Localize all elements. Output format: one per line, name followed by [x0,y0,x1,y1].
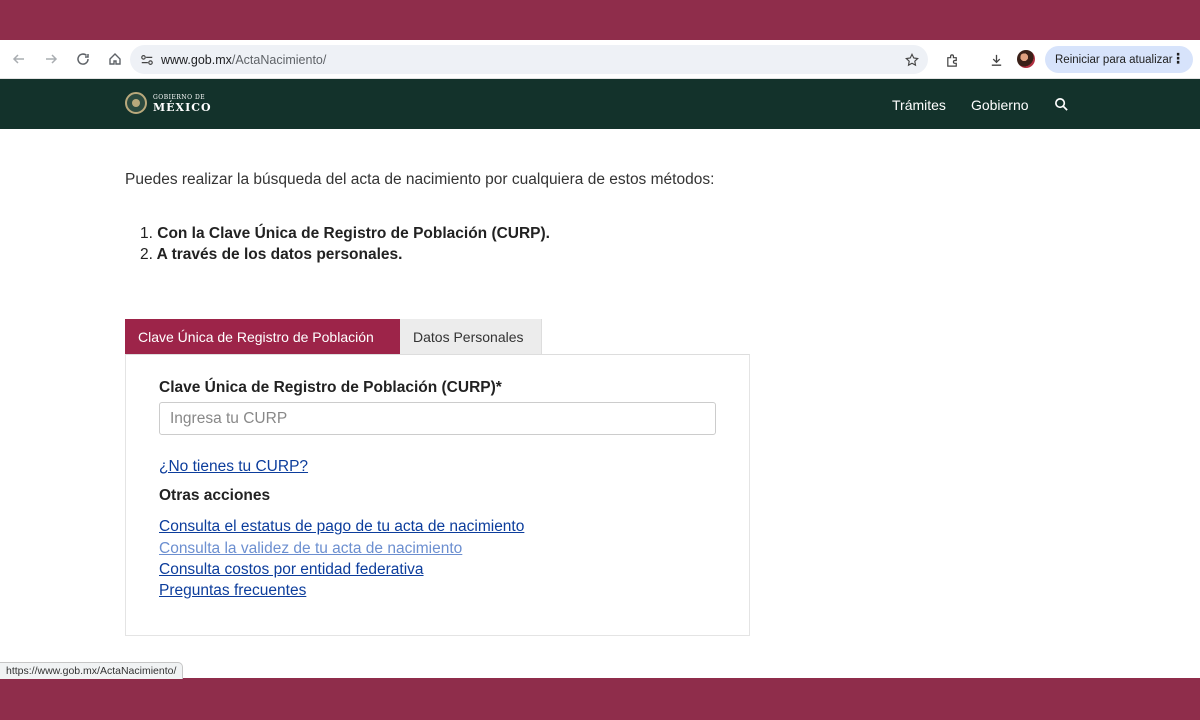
url-domain: www.gob.mx [161,52,232,67]
browser-toolbar: www.gob.mx/ActaNacimiento/ Reiniciar par… [0,40,1200,79]
site-header: GOBIERNO DE MÉXICO Trámites Gobierno [0,79,1200,129]
validity-link[interactable]: Consulta la validez de tu acta de nacimi… [159,540,462,558]
method-text: Con la Clave Única de Registro de Poblac… [157,225,550,242]
nav-tramites[interactable]: Trámites [892,97,946,113]
back-icon[interactable] [4,44,34,74]
costs-link[interactable]: Consulta costos por entidad federativa [159,561,424,579]
curp-input[interactable] [159,402,716,435]
methods-list: 1. Con la Clave Única de Registro de Pob… [140,223,550,265]
logo-big-text: MÉXICO [153,101,212,114]
seal-icon [125,92,147,114]
kebab-menu-icon[interactable]: ⋮ [1171,51,1185,65]
extensions-icon[interactable] [941,49,963,71]
tab-curp[interactable]: Clave Única de Registro de Población [125,319,400,354]
other-actions-title: Otras acciones [159,487,271,504]
curp-panel: Clave Única de Registro de Población (CU… [125,354,750,636]
reload-icon[interactable] [68,44,98,74]
update-button[interactable]: Reiniciar para atualizar ⋮ [1045,46,1193,73]
tab-datos-personales[interactable]: Datos Personales [400,319,542,354]
download-icon[interactable] [985,49,1007,71]
gobierno-logo[interactable]: GOBIERNO DE MÉXICO [125,92,212,114]
page-content: Puedes realizar la búsqueda del acta de … [0,129,1200,678]
intro-text: Puedes realizar la búsqueda del acta de … [125,171,715,188]
site-settings-icon[interactable] [136,49,158,71]
method-item: 1. Con la Clave Única de Registro de Pob… [140,223,550,244]
search-tabs: Clave Única de Registro de Población Dat… [125,319,542,354]
bookmark-star-icon[interactable] [902,50,922,70]
search-icon[interactable] [1054,97,1070,113]
profile-avatar[interactable] [1017,50,1035,68]
method-text: A través de los datos personales. [156,246,403,263]
url-path: /ActaNacimiento/ [231,52,327,67]
address-bar[interactable]: www.gob.mx/ActaNacimiento/ [130,45,928,74]
logo-text: GOBIERNO DE MÉXICO [153,93,212,113]
payment-status-link[interactable]: Consulta el estatus de pago de tu acta d… [159,518,524,536]
site-nav: Trámites Gobierno [892,97,1070,113]
status-bar-url: https://www.gob.mx/ActaNacimiento/ [0,662,184,679]
method-item: 2. A través de los datos personales. [140,244,550,265]
curp-field-label: Clave Única de Registro de Población (CU… [159,379,502,396]
nav-gobierno[interactable]: Gobierno [971,97,1029,113]
home-icon[interactable] [100,44,130,74]
faq-link[interactable]: Preguntas frecuentes [159,582,306,600]
no-curp-link[interactable]: ¿No tienes tu CURP? [159,458,308,476]
update-button-label: Reiniciar para atualizar [1055,53,1173,66]
method-number: 2. [140,246,153,263]
forward-icon[interactable] [36,44,66,74]
method-number: 1. [140,225,153,242]
url-text: www.gob.mx/ActaNacimiento/ [161,53,326,67]
